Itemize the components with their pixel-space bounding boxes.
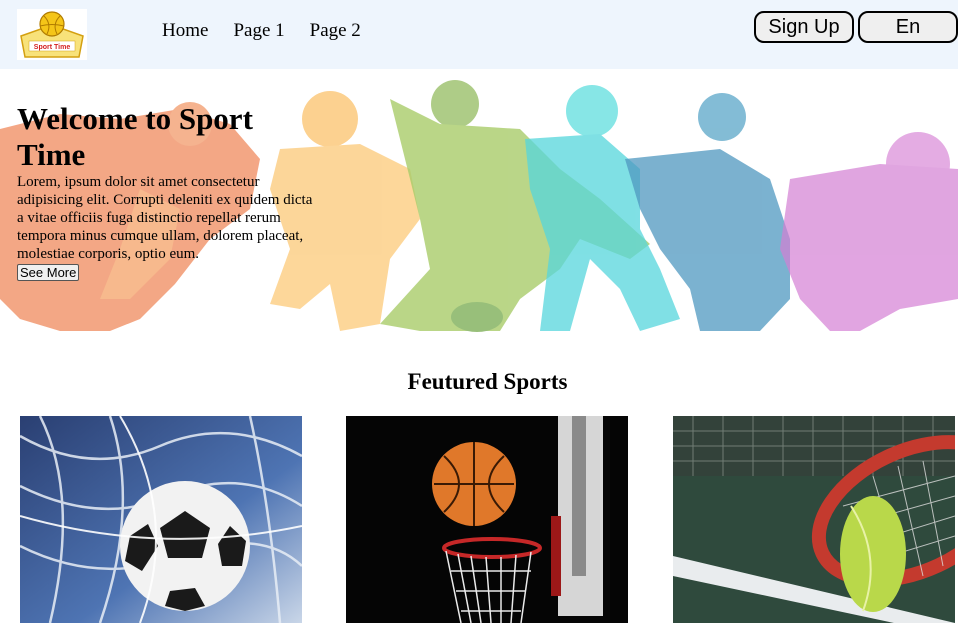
hero-banner: Welcome to Sport Time Lorem, ipsum dolor… [0,69,958,362]
nav-home[interactable]: Home [162,20,208,42]
sign-up-button[interactable]: Sign Up [754,11,854,43]
hero-title: Welcome to Sport Time [17,101,253,172]
hero-description: Lorem, ipsum dolor sit amet consectetur … [17,174,313,262]
logo[interactable]: Sport Time [17,9,87,60]
logo-text: Sport Time [34,44,71,51]
hero-text-block: Welcome to Sport Time Lorem, ipsum dolor… [17,101,319,282]
see-more-button[interactable]: See More [17,264,80,281]
site-header: Sport Time Home Page 1 Page 2 Sign Up En [0,0,958,69]
soccer-ball-icon [20,416,302,623]
sport-card-basketball[interactable] [346,416,628,623]
volleyball-logo-icon: Sport Time [17,9,87,60]
main-nav: Home Page 1 Page 2 [162,20,361,42]
sport-card-tennis[interactable] [673,416,955,623]
nav-page-2[interactable]: Page 2 [310,20,361,42]
featured-sports-heading: Feutured Sports [407,369,568,394]
nav-page-1[interactable]: Page 1 [233,20,284,42]
sport-card-soccer[interactable] [20,416,302,623]
basketball-icon [346,416,628,623]
tennis-racket-ball-icon [673,416,955,623]
language-button[interactable]: En [858,11,958,43]
